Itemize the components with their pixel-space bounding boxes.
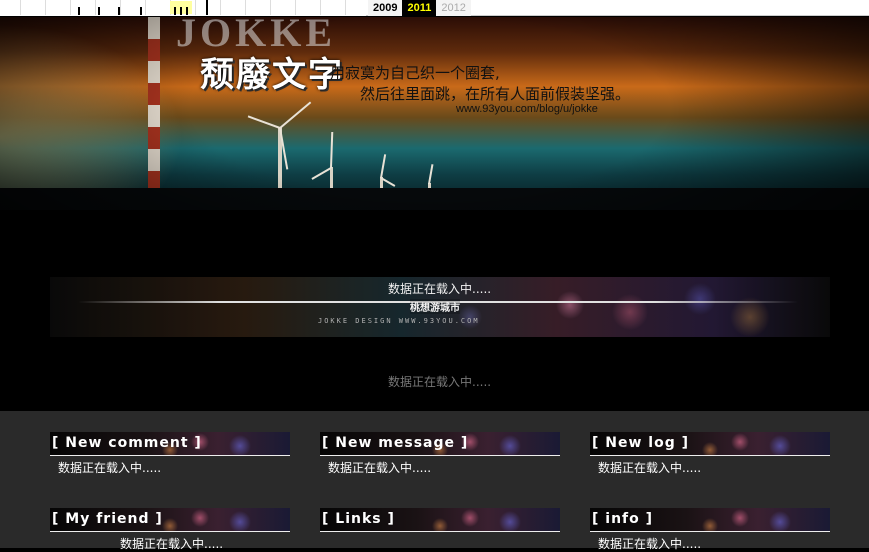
module-my-friend: [ My friend ] 数据正在载入中..... (50, 508, 290, 552)
timeline-cell (295, 0, 320, 15)
module-info: [ info ] 数据正在载入中..... (590, 508, 830, 552)
poem-url[interactable]: www.93you.com/blog/u/jokke (456, 103, 598, 115)
module-new-log: [ New log ] 数据正在载入中..... (590, 432, 830, 476)
poem-line-2: 然后往里面跳，在所有人面前假装坚强。 (360, 85, 631, 103)
timeline-tick[interactable] (98, 7, 100, 15)
timeline-position-marker (206, 0, 208, 15)
timeline-cell (270, 0, 295, 15)
timeline-cell (345, 0, 370, 15)
module-title: [ Links ] (322, 511, 395, 527)
module-header: [ My friend ] (50, 508, 290, 532)
timeline-cell (245, 0, 270, 15)
module-title: [ New log ] (592, 435, 690, 451)
loading-text: 数据正在载入中..... (388, 282, 492, 296)
module-header: [ New log ] (590, 432, 830, 456)
logo-chinese: 颓廢文字 (200, 55, 344, 95)
timeline-cell (45, 0, 70, 15)
module-body: 数据正在载入中..... (120, 537, 224, 551)
poem-line-1: 用寂寞为自己织一个圈套, (330, 64, 500, 82)
header-banner: JOKKE 颓廢文字 用寂寞为自己织一个圈套, 然后往里面跳，在所有人面前假装坚… (0, 17, 869, 210)
timeline-cell (145, 0, 170, 15)
module-header: [ Links ] (320, 508, 560, 532)
module-header: [ New comment ] (50, 432, 290, 456)
banner-vignette (0, 17, 869, 210)
timeline-cell (220, 0, 245, 15)
module-header: [ New message ] (320, 432, 560, 456)
module-body: 数据正在载入中..... (328, 461, 432, 475)
year-selector: 2009 2011 2012 (368, 0, 471, 16)
year-link-2009[interactable]: 2009 (368, 0, 403, 16)
loading-text-secondary: 数据正在载入中..... (388, 375, 492, 389)
module-title: [ New comment ] (52, 435, 202, 451)
module-title: [ info ] (592, 511, 654, 527)
band-subtitle: 桃想游城市 (410, 299, 460, 314)
timeline-tick[interactable] (174, 7, 176, 15)
modules-area: [ New comment ] 数据正在载入中..... [ New messa… (0, 411, 869, 551)
timeline-tick[interactable] (186, 7, 188, 15)
module-title: [ New message ] (322, 435, 469, 451)
timeline-cell (70, 0, 95, 15)
design-credit: JOKKE DESIGN WWW.93YOU.COM (318, 317, 480, 325)
module-body: 数据正在载入中..... (598, 537, 702, 551)
timeline-bar: 2009 2011 2012 (0, 0, 869, 16)
timeline-tick[interactable] (118, 7, 120, 15)
module-body: 数据正在载入中..... (58, 461, 162, 475)
module-body: 数据正在载入中..... (598, 461, 702, 475)
module-title: [ My friend ] (52, 511, 163, 527)
year-link-2011[interactable]: 2011 (402, 0, 437, 16)
timeline-cell (320, 0, 345, 15)
timeline-cell (20, 0, 45, 15)
module-body (320, 532, 560, 535)
timeline-tick[interactable] (140, 7, 142, 15)
year-link-2012[interactable]: 2012 (436, 0, 471, 16)
loading-banner: 数据正在载入中..... 桃想游城市 JOKKE DESIGN WWW.93YO… (50, 277, 830, 337)
module-header: [ info ] (590, 508, 830, 532)
timeline-tick[interactable] (78, 7, 80, 15)
module-new-message: [ New message ] 数据正在载入中..... (320, 432, 560, 476)
module-new-comment: [ New comment ] 数据正在载入中..... (50, 432, 290, 476)
timeline-ticks[interactable] (0, 0, 366, 16)
timeline-tick[interactable] (180, 7, 182, 15)
module-links: [ Links ] (320, 508, 560, 535)
